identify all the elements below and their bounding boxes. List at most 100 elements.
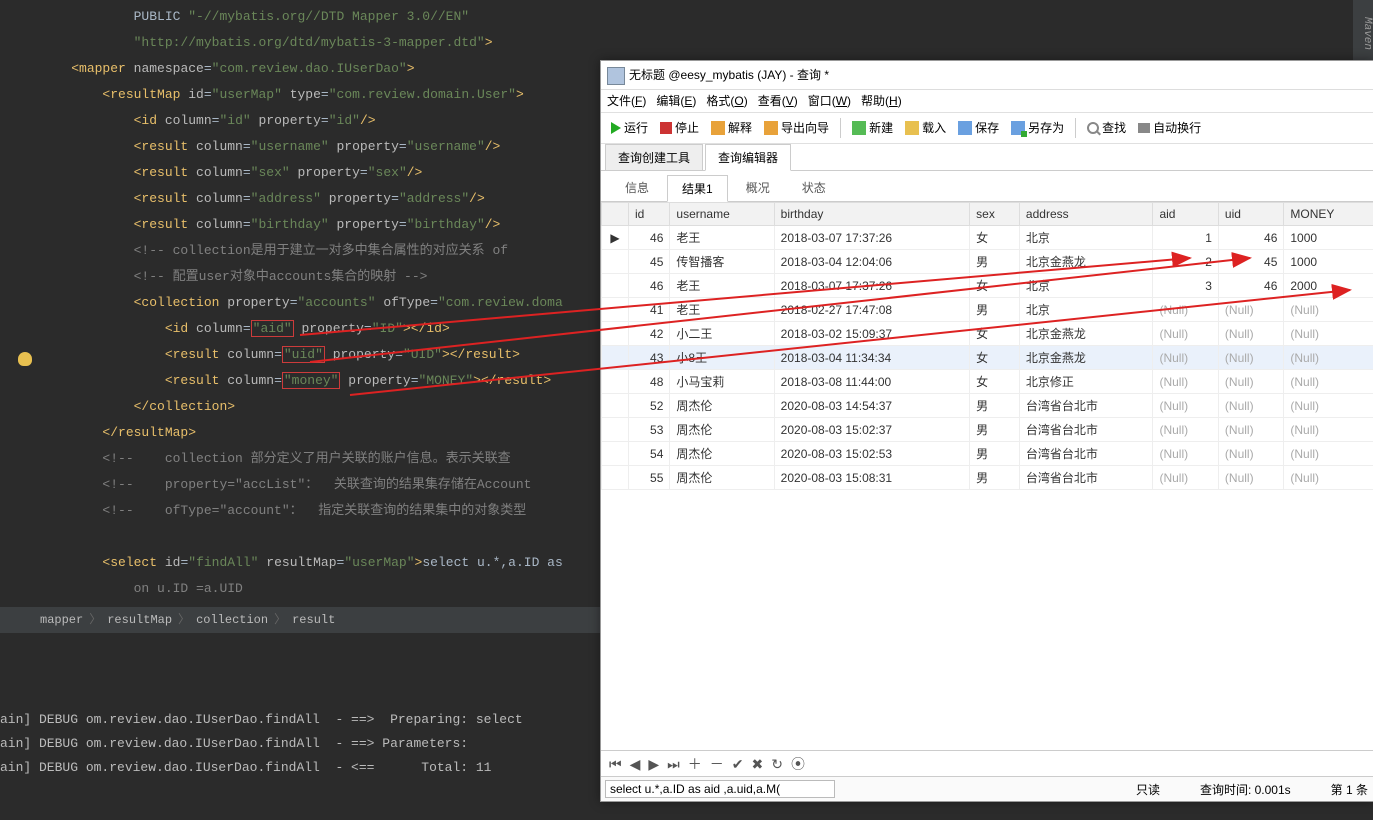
cell[interactable]: 2020-08-03 14:54:37 xyxy=(774,394,969,418)
code-line[interactable]: <result column="birthday" property="birt… xyxy=(0,212,600,238)
cell[interactable]: 北京 xyxy=(1019,226,1153,250)
nav-ok-icon[interactable]: ✔ xyxy=(732,756,744,773)
cell[interactable] xyxy=(602,442,629,466)
code-line[interactable]: <id column="aid" property="ID"></id> xyxy=(0,316,600,342)
cell[interactable]: 老王 xyxy=(670,226,774,250)
col-header[interactable]: username xyxy=(670,203,774,226)
cell[interactable]: 2000 xyxy=(1284,274,1373,298)
cell[interactable]: 2018-03-08 11:44:00 xyxy=(774,370,969,394)
toolbar[interactable]: 运行停止解释导出向导新建载入保存另存为查找自动换行 xyxy=(601,113,1373,144)
breadcrumb-item[interactable]: resultMap xyxy=(107,613,172,627)
toolbar-自动换行[interactable]: 自动换行 xyxy=(1134,113,1205,143)
window-titlebar[interactable]: 无标题 @eesy_mybatis (JAY) - 查询 * xyxy=(601,61,1373,90)
cell[interactable]: 周杰伦 xyxy=(670,394,774,418)
table-row[interactable]: 54周杰伦2020-08-03 15:02:53男台湾省台北市(Null)(Nu… xyxy=(602,442,1373,466)
cell[interactable]: 小马宝莉 xyxy=(670,370,774,394)
subtab-0[interactable]: 信息 xyxy=(611,175,663,201)
cell[interactable]: 台湾省台北市 xyxy=(1019,466,1153,490)
cell[interactable]: (Null) xyxy=(1218,298,1283,322)
cell[interactable]: 台湾省台北市 xyxy=(1019,418,1153,442)
toolbar-载入[interactable]: 载入 xyxy=(901,113,950,143)
cell[interactable]: 男 xyxy=(970,418,1020,442)
toolbar-另存为[interactable]: 另存为 xyxy=(1007,113,1068,143)
table-row[interactable]: 41老王2018-02-27 17:47:08男北京(Null)(Null)(N… xyxy=(602,298,1373,322)
nav-last-icon[interactable]: ⏭ xyxy=(667,756,680,773)
code-line[interactable]: <result column="address" property="addre… xyxy=(0,186,600,212)
cell[interactable]: 女 xyxy=(970,226,1020,250)
menu-item[interactable]: 文件(F) xyxy=(607,94,646,108)
subtab-3[interactable]: 状态 xyxy=(788,175,840,201)
cell[interactable]: 北京 xyxy=(1019,298,1153,322)
cell[interactable] xyxy=(602,274,629,298)
nav-first-icon[interactable]: ⏮ xyxy=(609,756,622,773)
cell[interactable]: 女 xyxy=(970,370,1020,394)
cell[interactable]: 女 xyxy=(970,274,1020,298)
code-line[interactable]: <!-- property="accList"： 关联查询的结果集存储在Acco… xyxy=(0,472,600,498)
main-tabs[interactable]: 查询创建工具查询编辑器 xyxy=(601,144,1373,171)
debug-console[interactable]: ain] DEBUG om.review.dao.IUserDao.findAl… xyxy=(0,700,600,820)
cell[interactable] xyxy=(602,418,629,442)
menu-item[interactable]: 格式(O) xyxy=(706,94,747,108)
cell[interactable]: 台湾省台北市 xyxy=(1019,442,1153,466)
menu-item[interactable]: 编辑(E) xyxy=(656,94,696,108)
cell[interactable]: 45 xyxy=(1218,250,1283,274)
cell[interactable]: 2020-08-03 15:02:53 xyxy=(774,442,969,466)
cell[interactable]: 43 xyxy=(629,346,670,370)
cell[interactable]: 小8王 xyxy=(670,346,774,370)
table-row[interactable]: 52周杰伦2020-08-03 14:54:37男台湾省台北市(Null)(Nu… xyxy=(602,394,1373,418)
nav-stop-icon[interactable]: ⦿ xyxy=(791,754,805,774)
cell[interactable]: 男 xyxy=(970,466,1020,490)
col-header[interactable]: birthday xyxy=(774,203,969,226)
cell[interactable]: (Null) xyxy=(1284,370,1373,394)
result-tabs[interactable]: 信息结果1概况状态 xyxy=(601,175,1373,202)
code-line[interactable]: <collection property="accounts" ofType="… xyxy=(0,290,600,316)
cell[interactable]: (Null) xyxy=(1218,346,1283,370)
cell[interactable]: (Null) xyxy=(1218,322,1283,346)
sql-preview[interactable]: select u.*,a.ID as aid ,a.uid,a.M( xyxy=(605,780,835,798)
toolbar-运行[interactable]: 运行 xyxy=(607,113,652,143)
breadcrumb-item[interactable]: mapper xyxy=(40,613,83,627)
cell[interactable]: 46 xyxy=(1218,274,1283,298)
cell[interactable]: (Null) xyxy=(1153,370,1218,394)
code-line[interactable]: </collection> xyxy=(0,394,600,420)
result-grid[interactable]: idusernamebirthdaysexaddressaiduidMONEY▶… xyxy=(601,202,1373,762)
cell[interactable]: 北京修正 xyxy=(1019,370,1153,394)
cell[interactable] xyxy=(602,322,629,346)
code-line[interactable]: <!-- ofType="account"： 指定关联查询的结果集中的对象类型 xyxy=(0,498,600,524)
cell[interactable]: 北京 xyxy=(1019,274,1153,298)
cell[interactable] xyxy=(602,250,629,274)
cell[interactable]: (Null) xyxy=(1284,442,1373,466)
col-header[interactable]: MONEY xyxy=(1284,203,1373,226)
code-line[interactable]: <result column="money" property="MONEY">… xyxy=(0,368,600,394)
cell[interactable]: 老王 xyxy=(670,298,774,322)
table-row[interactable]: 45传智播客2018-03-04 12:04:06男北京金燕龙2451000 xyxy=(602,250,1373,274)
table-row[interactable]: 53周杰伦2020-08-03 15:02:37男台湾省台北市(Null)(Nu… xyxy=(602,418,1373,442)
table-row[interactable]: 43小8王2018-03-04 11:34:34女北京金燕龙(Null)(Nul… xyxy=(602,346,1373,370)
menu-item[interactable]: 查看(V) xyxy=(758,94,798,108)
cell[interactable]: 54 xyxy=(629,442,670,466)
cell[interactable]: 46 xyxy=(1218,226,1283,250)
code-line[interactable]: <!-- collection是用于建立一对多中集合属性的对应关系 of xyxy=(0,238,600,264)
nav-del-icon[interactable]: － xyxy=(710,754,724,774)
cell[interactable]: 传智播客 xyxy=(670,250,774,274)
cell[interactable]: (Null) xyxy=(1284,322,1373,346)
cell[interactable]: 41 xyxy=(629,298,670,322)
col-header[interactable]: uid xyxy=(1218,203,1283,226)
cell[interactable]: (Null) xyxy=(1284,466,1373,490)
nav-next-icon[interactable]: ▶ xyxy=(648,756,659,773)
data-table[interactable]: idusernamebirthdaysexaddressaiduidMONEY▶… xyxy=(601,202,1373,490)
cell[interactable]: 2018-03-04 11:34:34 xyxy=(774,346,969,370)
col-header[interactable]: id xyxy=(629,203,670,226)
cell[interactable]: (Null) xyxy=(1284,418,1373,442)
cell[interactable]: 男 xyxy=(970,298,1020,322)
nav-cancel-icon[interactable]: ✖ xyxy=(752,756,764,773)
code-line[interactable]: <result column="uid" property="UID"></re… xyxy=(0,342,600,368)
menu-item[interactable]: 帮助(H) xyxy=(861,94,902,108)
toolbar-查找[interactable]: 查找 xyxy=(1083,113,1130,143)
code-line[interactable]: <mapper namespace="com.review.dao.IUserD… xyxy=(0,56,600,82)
cell[interactable]: 2020-08-03 15:08:31 xyxy=(774,466,969,490)
toolbar-保存[interactable]: 保存 xyxy=(954,113,1003,143)
cell[interactable]: 45 xyxy=(629,250,670,274)
table-row[interactable]: 46老王2018-03-07 17:37:26女北京3462000 xyxy=(602,274,1373,298)
cell[interactable]: (Null) xyxy=(1218,394,1283,418)
